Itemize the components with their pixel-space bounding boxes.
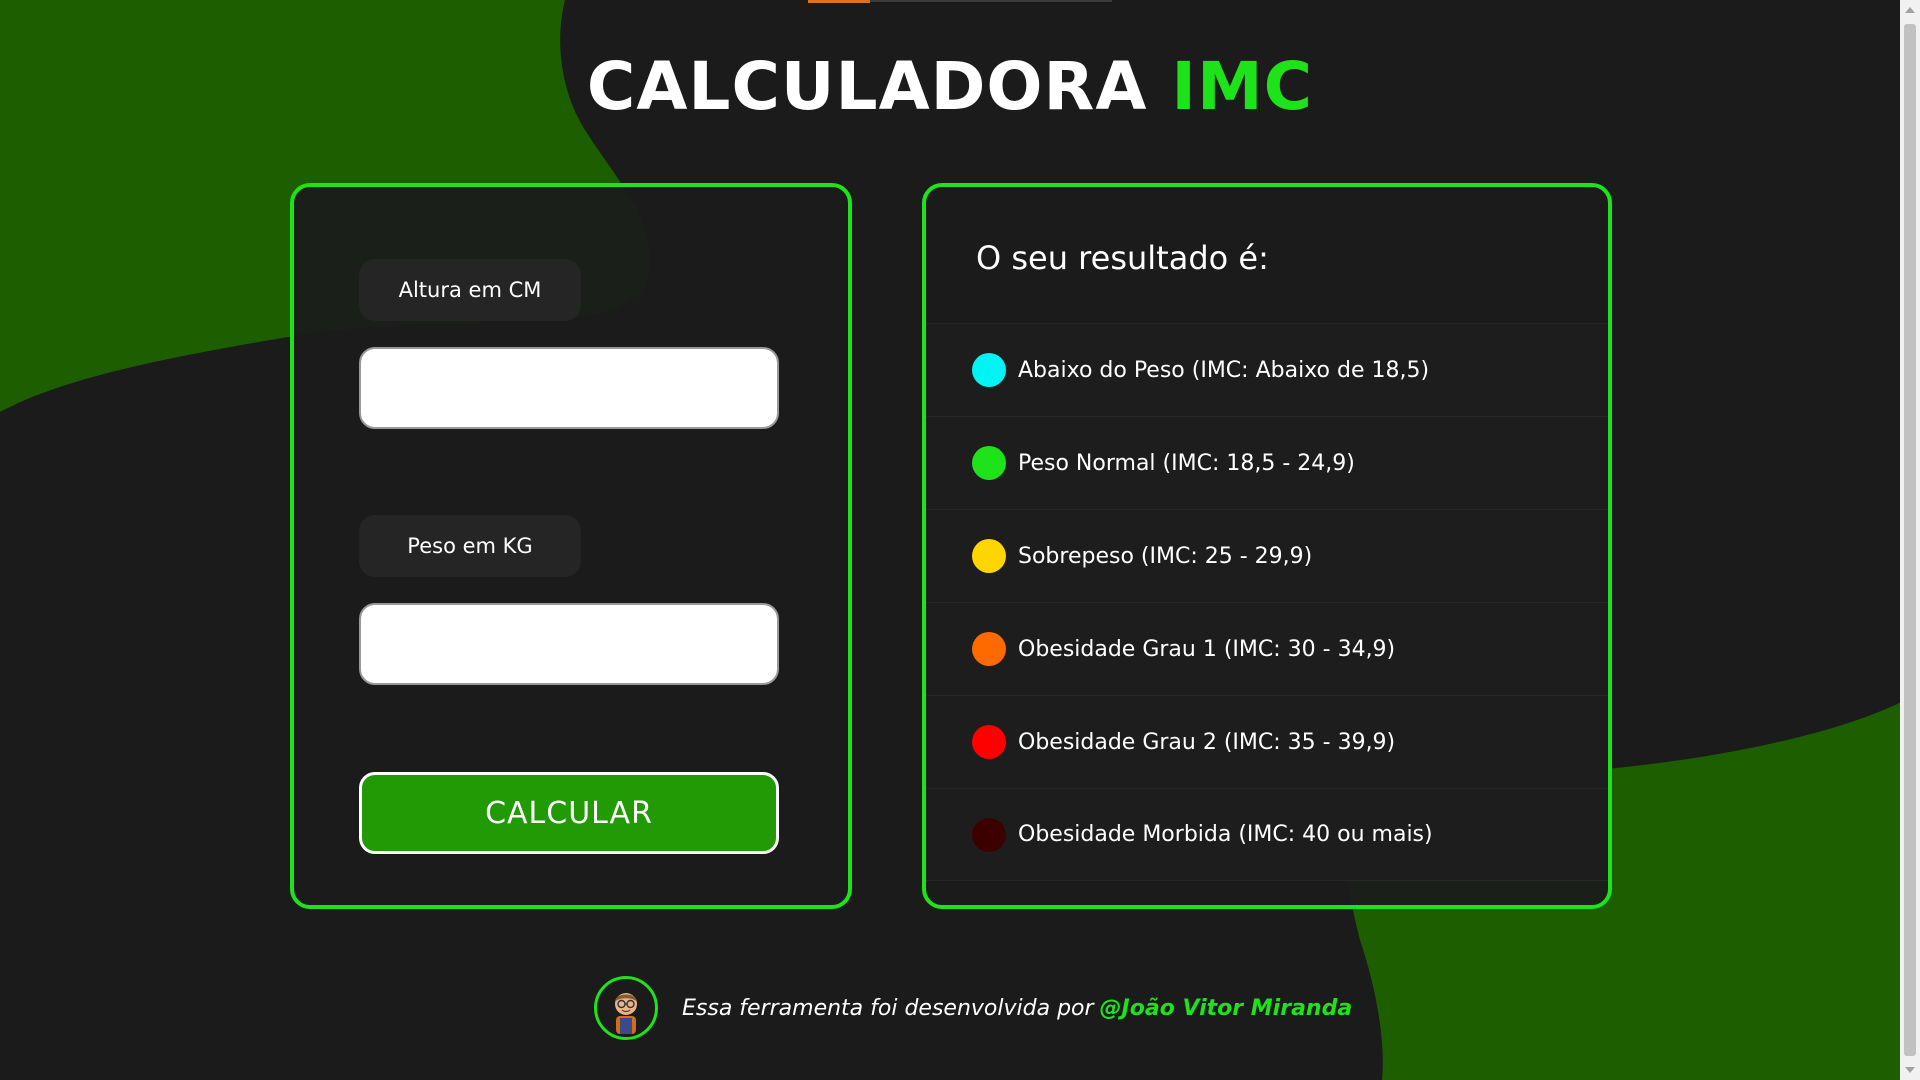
- category-label: Peso Normal (IMC: 18,5 - 24,9): [1018, 450, 1355, 476]
- calculate-button[interactable]: CALCULAR: [359, 772, 779, 854]
- title-accent: IMC: [1171, 48, 1314, 125]
- category-label: Abaixo do Peso (IMC: Abaixo de 18,5): [1018, 357, 1430, 383]
- category-item-morbid-obesity: Obesidade Morbida (IMC: 40 ou mais): [926, 788, 1608, 881]
- scroll-down-arrow-icon[interactable]: [1900, 1060, 1920, 1080]
- author-avatar: [594, 976, 658, 1040]
- category-item-obesity-1: Obesidade Grau 1 (IMC: 30 - 34,9): [926, 602, 1608, 695]
- footer-credit-text: Essa ferramenta foi desenvolvida por: [682, 995, 1094, 1021]
- green-dot-icon: [972, 446, 1006, 480]
- imc-category-list: Abaixo do Peso (IMC: Abaixo de 18,5) Pes…: [926, 323, 1608, 881]
- top-divider-line: [870, 0, 1112, 2]
- footer: Essa ferramenta foi desenvolvida por @Joã…: [594, 976, 1352, 1040]
- category-label: Obesidade Morbida (IMC: 40 ou mais): [1018, 822, 1433, 847]
- footer-credit: Essa ferramenta foi desenvolvida por @Joã…: [682, 996, 1352, 1021]
- page-title: CALCULADORA IMC: [0, 48, 1900, 125]
- category-label: Sobrepeso (IMC: 25 - 29,9): [1018, 543, 1313, 569]
- category-label: Obesidade Grau 2 (IMC: 35 - 39,9): [1018, 729, 1396, 755]
- top-accent-bar: [808, 0, 870, 3]
- vertical-scrollbar[interactable]: [1900, 0, 1920, 1080]
- author-link[interactable]: @João Vitor Miranda: [1100, 996, 1353, 1021]
- category-label: Obesidade Grau 1 (IMC: 30 - 34,9): [1018, 636, 1396, 662]
- result-card: O seu resultado é: Abaixo do Peso (IMC: …: [922, 183, 1612, 909]
- dark-red-dot-icon: [972, 817, 1006, 852]
- cyan-dot-icon: [972, 353, 1006, 387]
- category-item-underweight: Abaixo do Peso (IMC: Abaixo de 18,5): [926, 323, 1608, 416]
- scroll-up-arrow-icon[interactable]: [1900, 0, 1920, 20]
- red-dot-icon: [972, 725, 1006, 759]
- weight-input[interactable]: [359, 603, 779, 685]
- yellow-dot-icon: [972, 539, 1006, 573]
- category-item-normal: Peso Normal (IMC: 18,5 - 24,9): [926, 416, 1608, 509]
- avatar-icon: [615, 993, 637, 1034]
- weight-label: Peso em KG: [359, 515, 581, 577]
- title-main: CALCULADORA: [586, 48, 1148, 125]
- result-title: O seu resultado é:: [976, 239, 1269, 277]
- category-item-obesity-2: Obesidade Grau 2 (IMC: 35 - 39,9): [926, 695, 1608, 788]
- imc-form-card: Altura em CM Peso em KG CALCULAR: [290, 183, 852, 909]
- category-item-overweight: Sobrepeso (IMC: 25 - 29,9): [926, 509, 1608, 602]
- height-label: Altura em CM: [359, 259, 581, 321]
- scrollbar-thumb[interactable]: [1904, 24, 1916, 1056]
- orange-dot-icon: [972, 632, 1006, 666]
- height-input[interactable]: [359, 347, 779, 429]
